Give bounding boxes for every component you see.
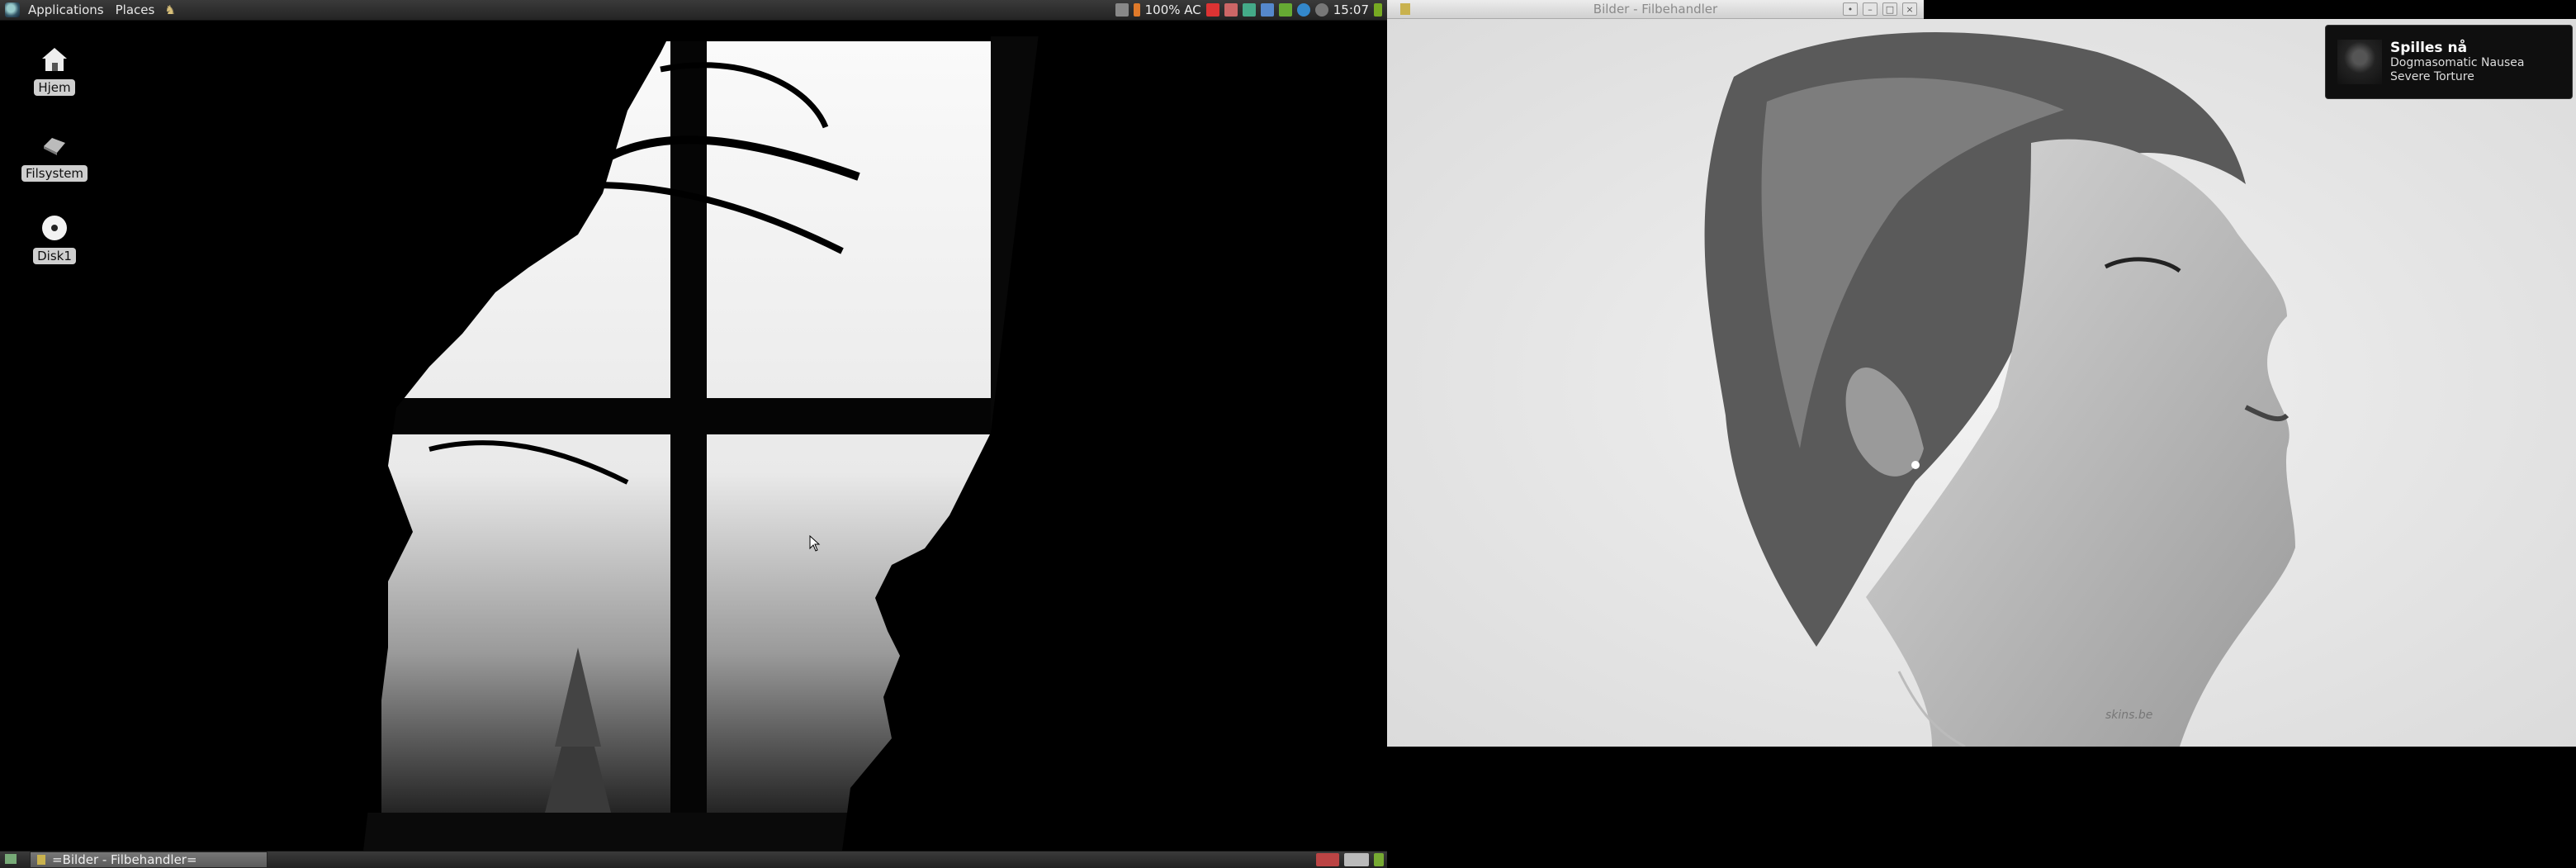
notification-title: Spilles nå xyxy=(2390,40,2468,56)
power-icon[interactable] xyxy=(1374,3,1382,17)
file-manager-icon xyxy=(37,855,45,865)
desktop-icon-disk1[interactable]: Disk1 xyxy=(9,211,100,264)
notification-text: Spilles nå Dogmasomatic Nausea Severe To… xyxy=(2390,40,2524,84)
close-button[interactable]: × xyxy=(1902,2,1917,16)
applications-menu[interactable]: Applications xyxy=(25,2,112,17)
battery-status[interactable]: 100% AC xyxy=(1145,2,1201,17)
desktop-icon-label: Hjem xyxy=(34,79,75,96)
keyboard-icon[interactable] xyxy=(1115,3,1129,17)
volume-icon[interactable] xyxy=(1314,3,1328,17)
battery-icon[interactable] xyxy=(1133,3,1140,17)
photo-viewer-image xyxy=(1387,19,2576,747)
disc-icon xyxy=(38,211,71,244)
image-watermark: skins.be xyxy=(2105,709,2153,722)
menu-logo-icon[interactable] xyxy=(5,2,20,17)
workspace-switcher-icon[interactable] xyxy=(1316,853,1339,866)
desktop-wallpaper xyxy=(0,20,1387,851)
taskbar-item-file-manager[interactable]: =Bilder - Filbehandler= xyxy=(30,851,268,868)
album-cover-icon xyxy=(2337,40,2382,84)
update-icon[interactable] xyxy=(1296,3,1310,17)
drive-icon xyxy=(38,129,71,162)
taskbar-item-label: =Bilder - Filbehandler= xyxy=(52,852,197,867)
desktop-icon-label: Filsystem xyxy=(21,165,88,182)
minimize-button[interactable]: – xyxy=(1863,2,1878,16)
workspace-pager[interactable] xyxy=(1344,853,1369,866)
system-tray: 100% AC 15:07 xyxy=(1115,0,1387,20)
bottom-panel: =Bilder - Filbehandler= xyxy=(0,851,1387,868)
window-titlebar[interactable]: Bilder - Filbehandler • – □ × xyxy=(1387,0,1924,19)
places-menu[interactable]: Places xyxy=(112,2,163,17)
launcher-bunny-icon[interactable]: ♞ xyxy=(164,2,175,17)
trash-icon[interactable] xyxy=(1374,853,1384,866)
calendar-icon[interactable] xyxy=(1205,3,1219,17)
signal-icon[interactable] xyxy=(1260,3,1274,17)
clock[interactable]: 15:07 xyxy=(1333,2,1369,17)
desktop-icon-filsystem[interactable]: Filsystem xyxy=(9,129,100,182)
mouse-cursor-icon xyxy=(809,535,821,552)
notification-artist: Dogmasomatic Nausea xyxy=(2390,56,2525,69)
network-icon[interactable] xyxy=(1242,3,1256,17)
show-desktop-icon[interactable] xyxy=(5,854,17,864)
top-panel: Applications Places ♞ 100% AC 15:07 xyxy=(0,0,1387,21)
desktop-icon-hjem[interactable]: Hjem xyxy=(9,43,100,96)
notes-icon[interactable] xyxy=(1224,3,1238,17)
shade-button[interactable]: • xyxy=(1843,2,1858,16)
notification-track: Severe Torture xyxy=(2390,70,2474,83)
maximize-button[interactable]: □ xyxy=(1882,2,1897,16)
home-icon xyxy=(38,43,71,76)
now-playing-notification[interactable]: Spilles nå Dogmasomatic Nausea Severe To… xyxy=(2325,25,2573,99)
desktop-icon-label: Disk1 xyxy=(33,248,76,264)
microphone-icon[interactable] xyxy=(1278,3,1292,17)
